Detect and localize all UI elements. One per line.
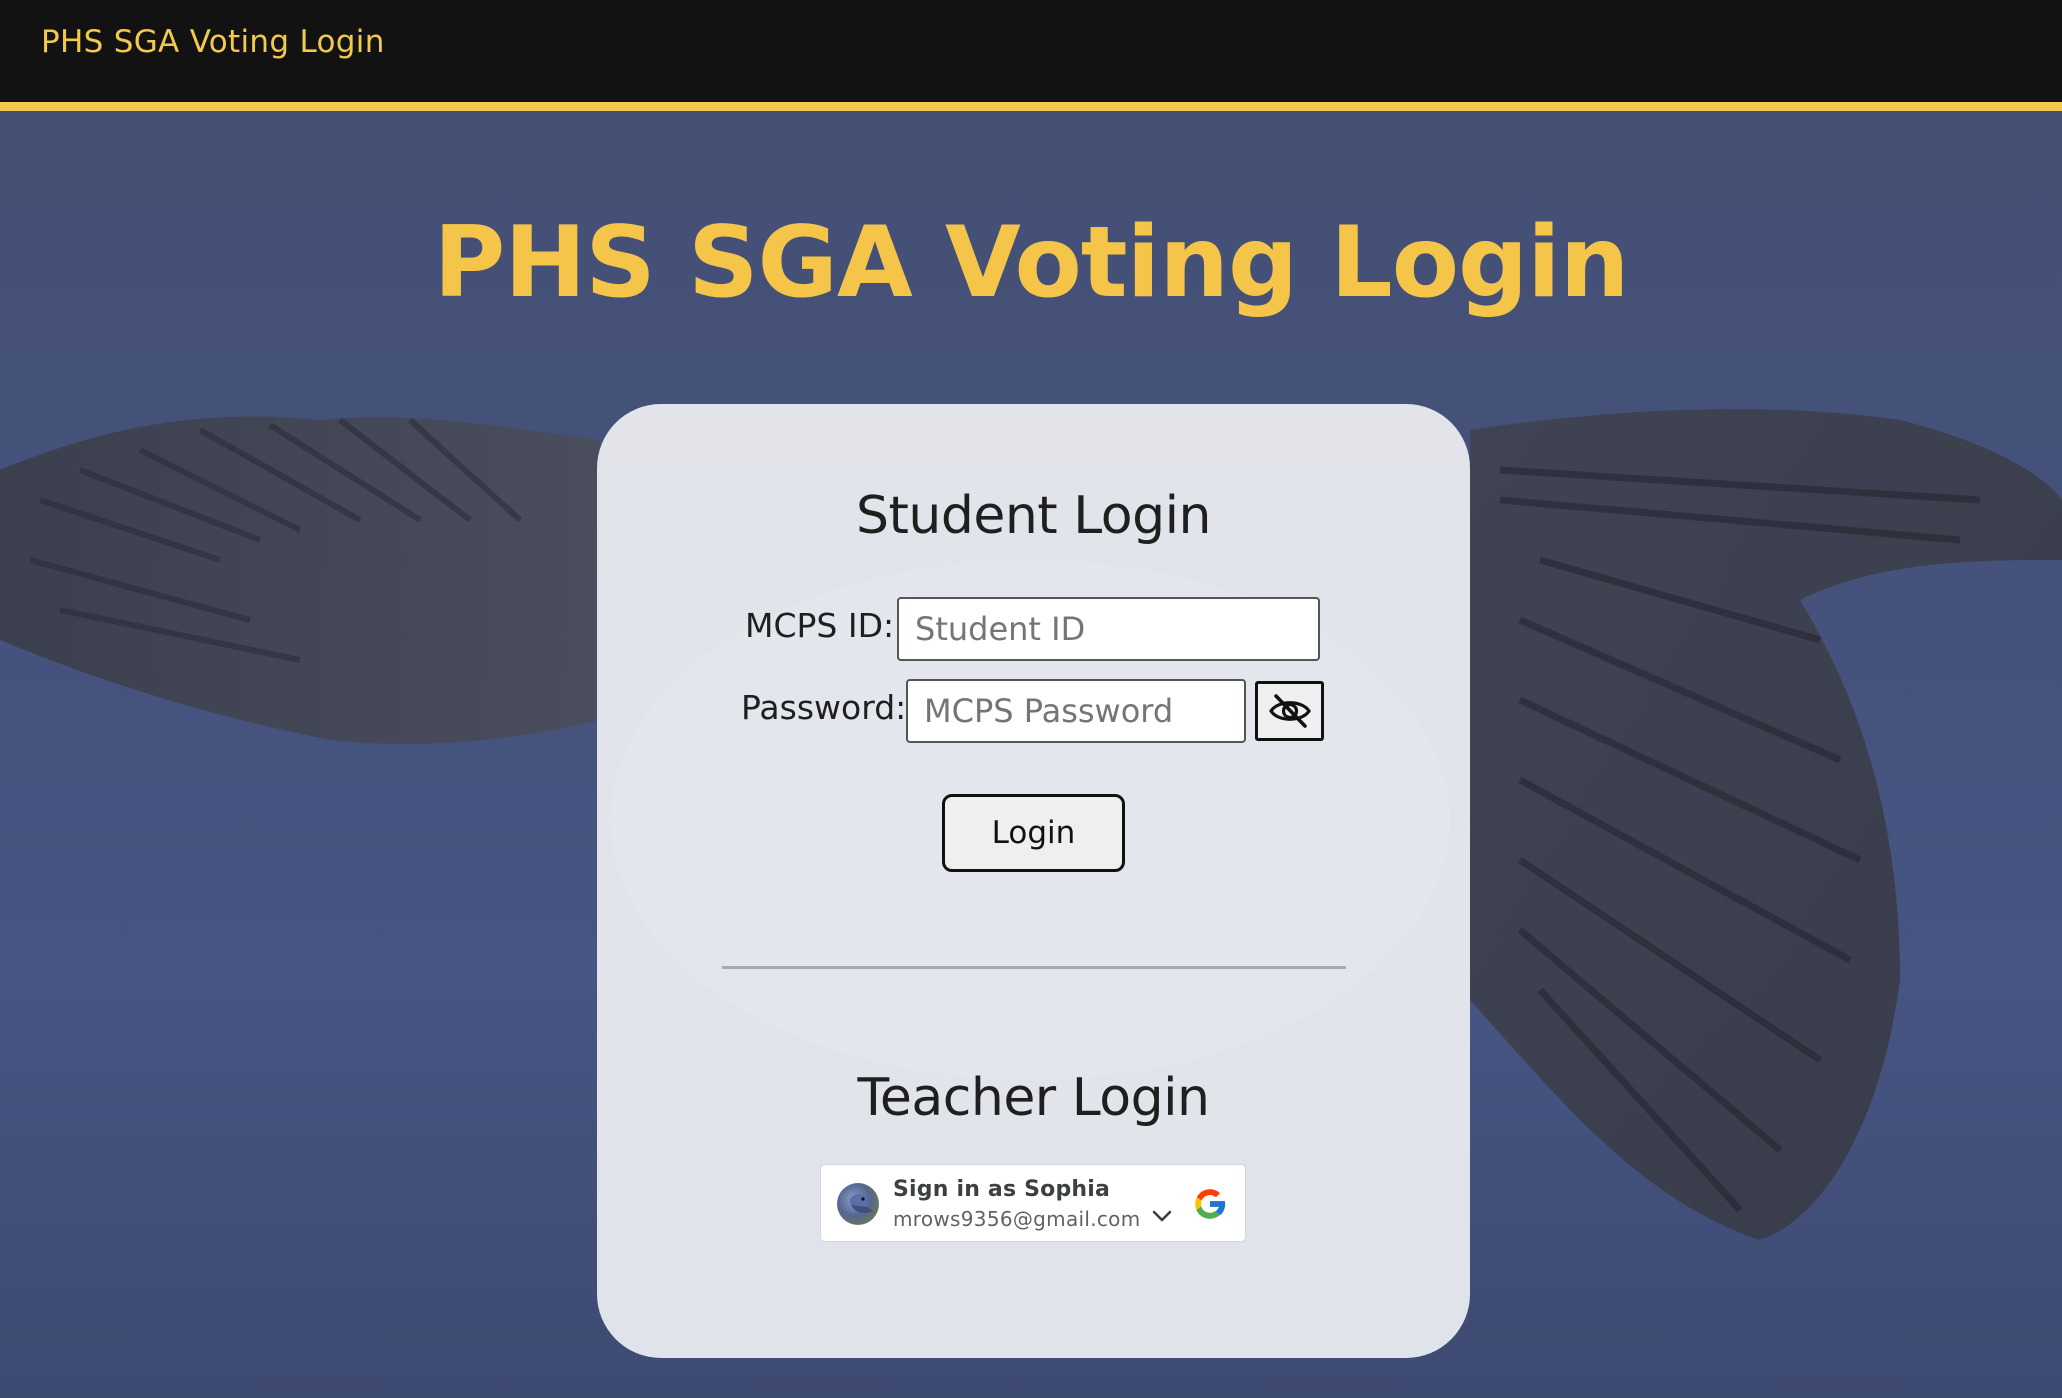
avatar [837, 1183, 879, 1225]
login-card: Student Login MCPS ID: Password: Login T… [597, 404, 1470, 1358]
student-login-button[interactable]: Login [942, 794, 1125, 872]
password-label: Password: [741, 688, 907, 727]
mcps-id-label: MCPS ID: [745, 606, 895, 645]
bird-avatar-icon [850, 1194, 873, 1213]
top-navbar: PHS SGA Voting Login [0, 0, 2062, 111]
google-account-email: mrows9356@gmail.com [893, 1207, 1141, 1231]
google-account-name: Sign in as Sophia [893, 1177, 1111, 1202]
page-title: PHS SGA Voting Login [433, 206, 1629, 320]
section-divider [722, 966, 1346, 969]
student-id-input[interactable] [897, 597, 1320, 661]
navbar-brand[interactable]: PHS SGA Voting Login [41, 24, 385, 60]
google-logo-icon [1195, 1189, 1226, 1219]
password-input[interactable] [906, 679, 1246, 743]
eye-slash-icon [1268, 694, 1311, 728]
toggle-password-visibility-button[interactable] [1255, 681, 1324, 741]
chevron-down-icon[interactable] [1151, 1209, 1173, 1223]
teacher-login-heading: Teacher Login [857, 1068, 1210, 1128]
student-login-heading: Student Login [855, 486, 1212, 546]
google-sign-in-button[interactable]: Sign in as Sophia mrows9356@gmail.com [820, 1164, 1246, 1242]
